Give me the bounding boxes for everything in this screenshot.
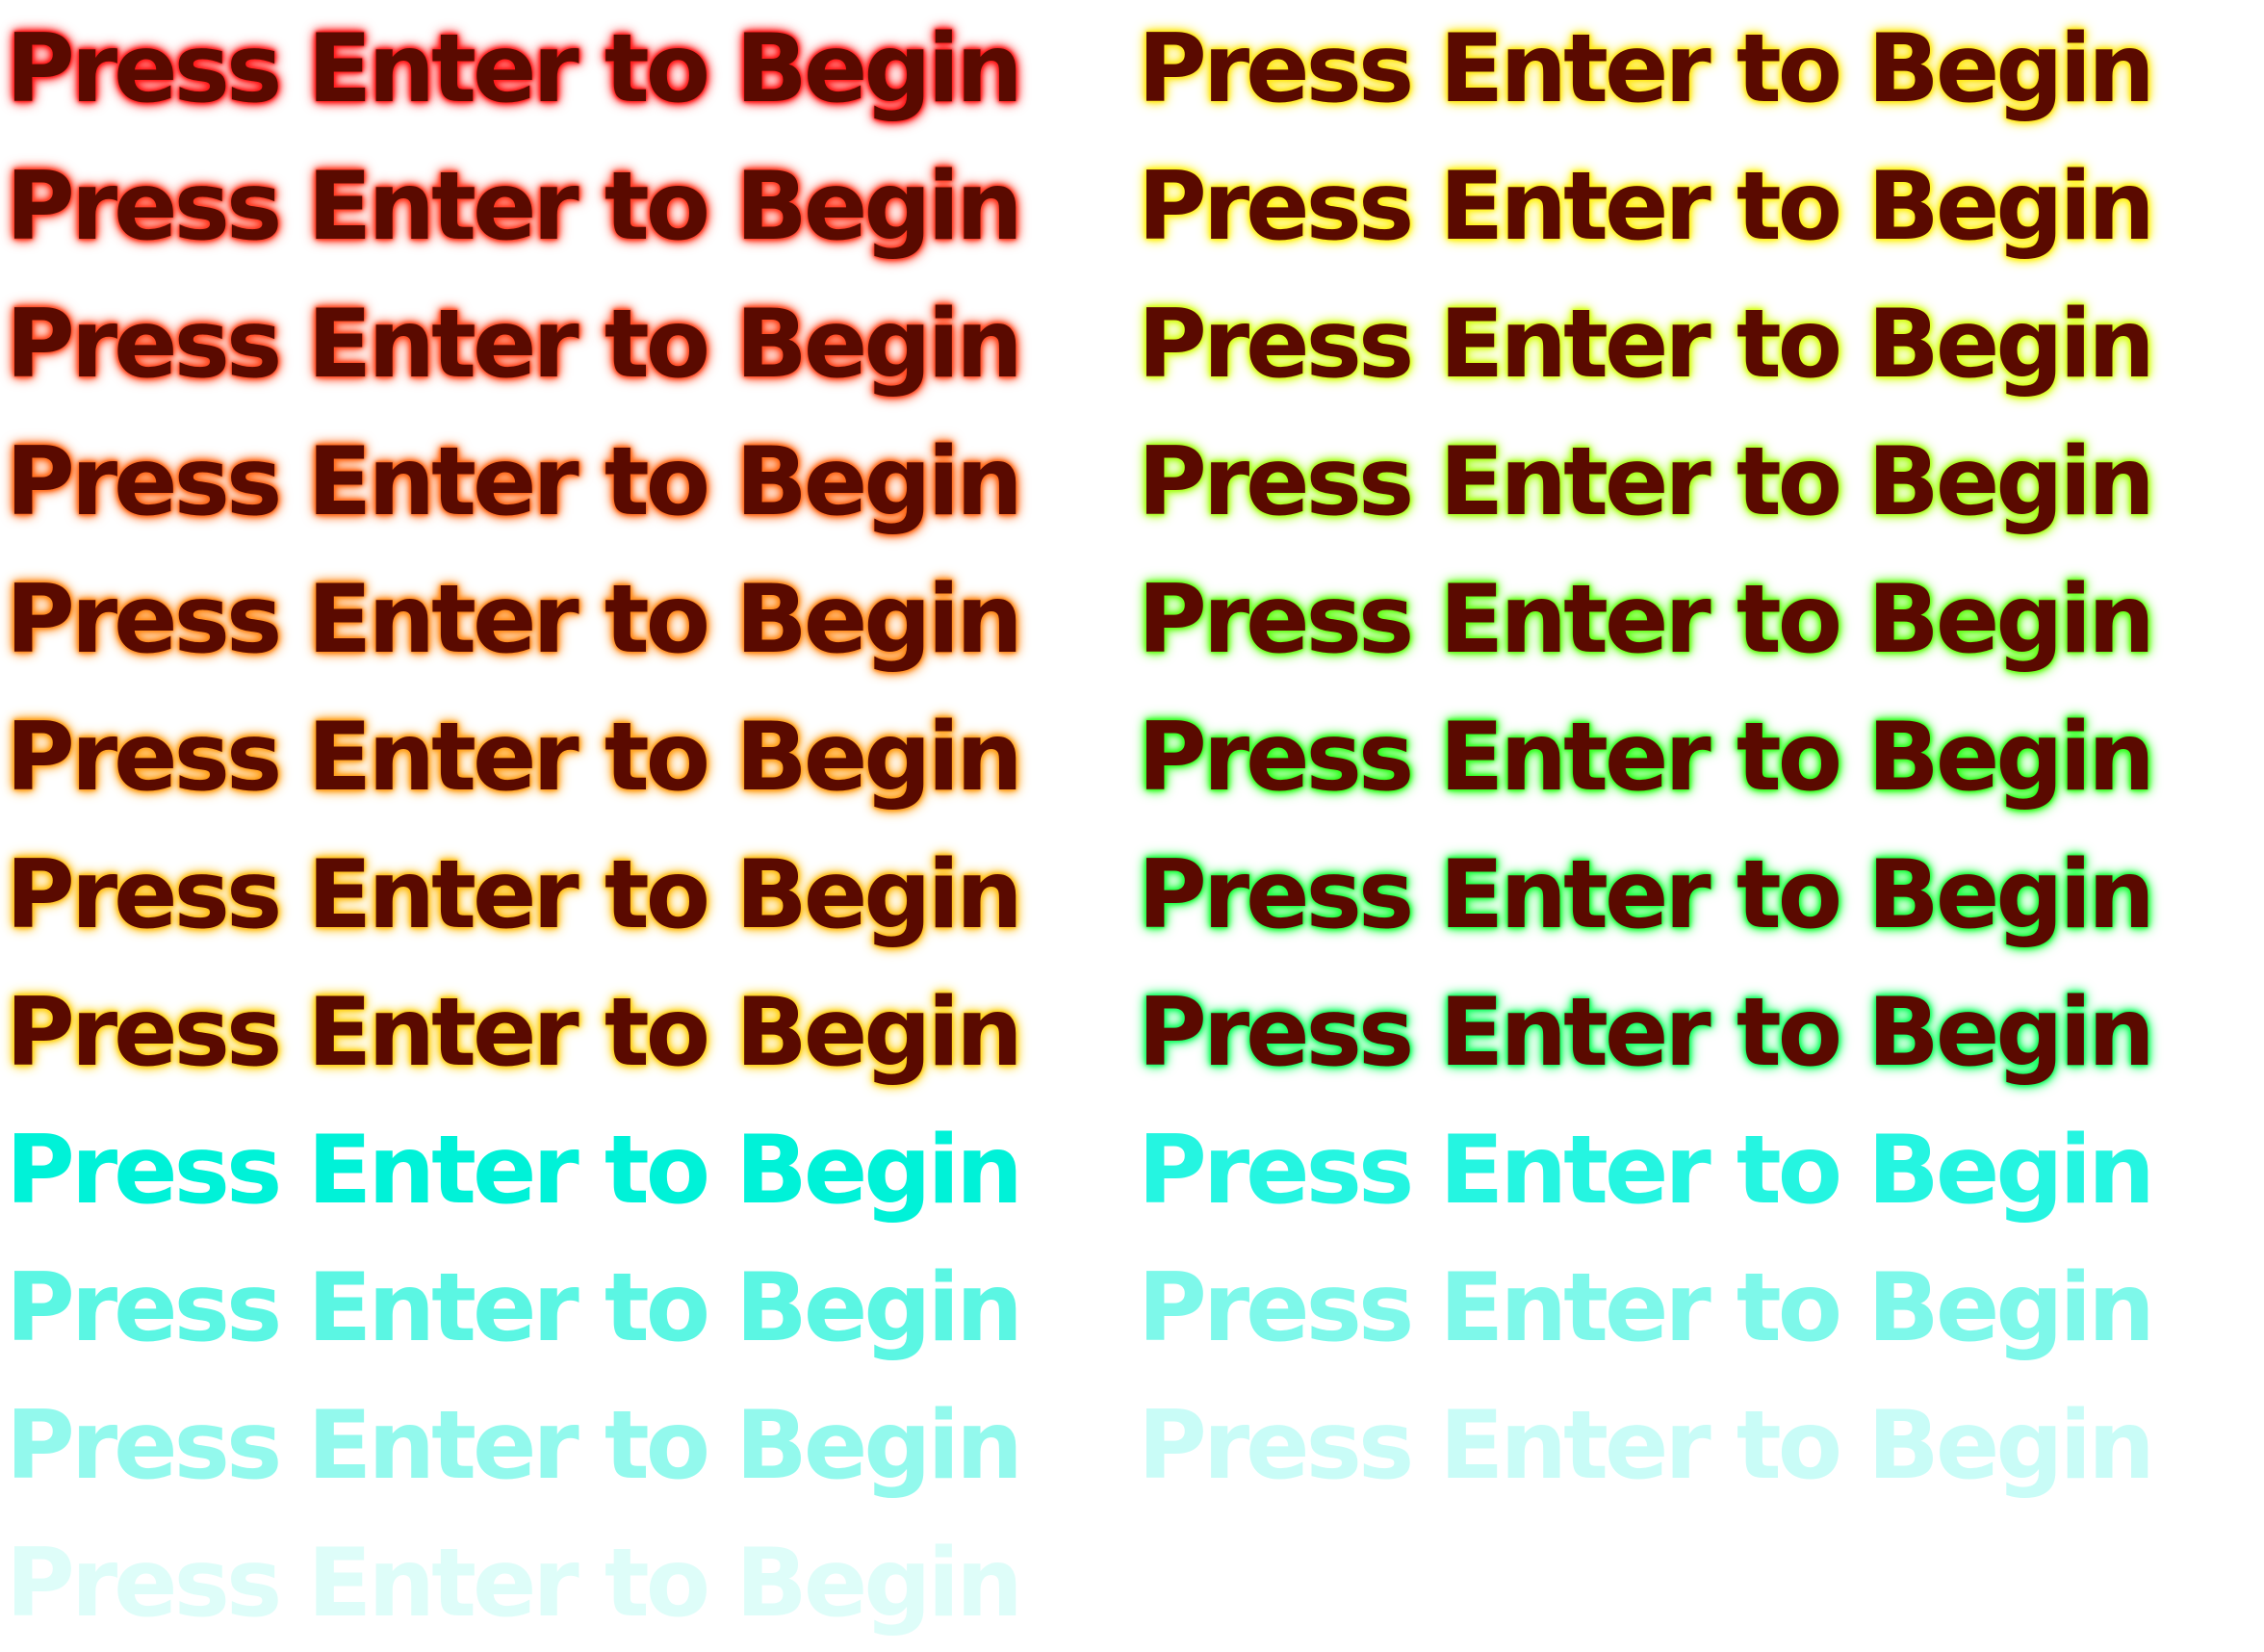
press-enter-text: Press Enter to Begin [1138,289,2155,400]
animation-frame: Press Enter to Begin [1132,688,2254,826]
press-enter-text: Press Enter to Begin [6,1390,1023,1501]
animation-frame: Press Enter to Begin [0,413,1122,551]
animation-frame: Press Enter to Begin [1132,138,2254,275]
animation-frame: Press Enter to Begin [0,0,1122,138]
animation-frame: Press Enter to Begin [0,1377,1122,1514]
press-enter-text: Press Enter to Begin [6,13,1023,124]
animation-frame: Press Enter to Begin [0,964,1122,1101]
animation-frame: Press Enter to Begin [0,1101,1122,1239]
press-enter-text: Press Enter to Begin [6,977,1023,1088]
press-enter-text: Press Enter to Begin [6,1528,1023,1639]
press-enter-text: Press Enter to Begin [6,1252,1023,1363]
animation-frame: Press Enter to Begin [0,688,1122,826]
press-enter-text: Press Enter to Begin [6,839,1023,950]
animation-frame: Press Enter to Begin [1132,551,2254,688]
press-enter-text: Press Enter to Begin [1138,1252,2155,1363]
animation-frame: Press Enter to Begin [1132,964,2254,1101]
press-enter-text: Press Enter to Begin [1138,702,2155,813]
animation-frame: Press Enter to Begin [1132,1239,2254,1377]
press-enter-text: Press Enter to Begin [1138,564,2155,675]
press-enter-text: Press Enter to Begin [1138,13,2155,124]
animation-frame: Press Enter to Begin [0,1239,1122,1377]
sprite-sheet: Press Enter to Begin Press Enter to Begin… [0,0,2264,1652]
press-enter-text: Press Enter to Begin [6,564,1023,675]
press-enter-text: Press Enter to Begin [1138,1115,2155,1226]
animation-frame: Press Enter to Begin [0,826,1122,964]
press-enter-text: Press Enter to Begin [6,702,1023,813]
animation-frame: Press Enter to Begin [0,551,1122,688]
animation-frame: Press Enter to Begin [0,138,1122,275]
press-enter-text: Press Enter to Begin [6,289,1023,400]
animation-frame: Press Enter to Begin [1132,0,2254,138]
press-enter-text: Press Enter to Begin [6,426,1023,537]
animation-frame: Press Enter to Begin [1132,275,2254,413]
press-enter-text: Press Enter to Begin [1138,151,2155,262]
press-enter-text: Press Enter to Begin [6,1115,1023,1226]
animation-frame: Press Enter to Begin [1132,826,2254,964]
press-enter-text: Press Enter to Begin [1138,839,2155,950]
press-enter-text: Press Enter to Begin [1138,1390,2155,1501]
press-enter-text: Press Enter to Begin [6,151,1023,262]
press-enter-text: Press Enter to Begin [1138,977,2155,1088]
animation-frame: Press Enter to Begin [0,1514,1122,1652]
press-enter-text: Press Enter to Begin [1138,426,2155,537]
animation-frame: Press Enter to Begin [1132,1377,2254,1514]
animation-frame: Press Enter to Begin [1132,1101,2254,1239]
animation-frame: Press Enter to Begin [1132,413,2254,551]
animation-frame: Press Enter to Begin [0,275,1122,413]
